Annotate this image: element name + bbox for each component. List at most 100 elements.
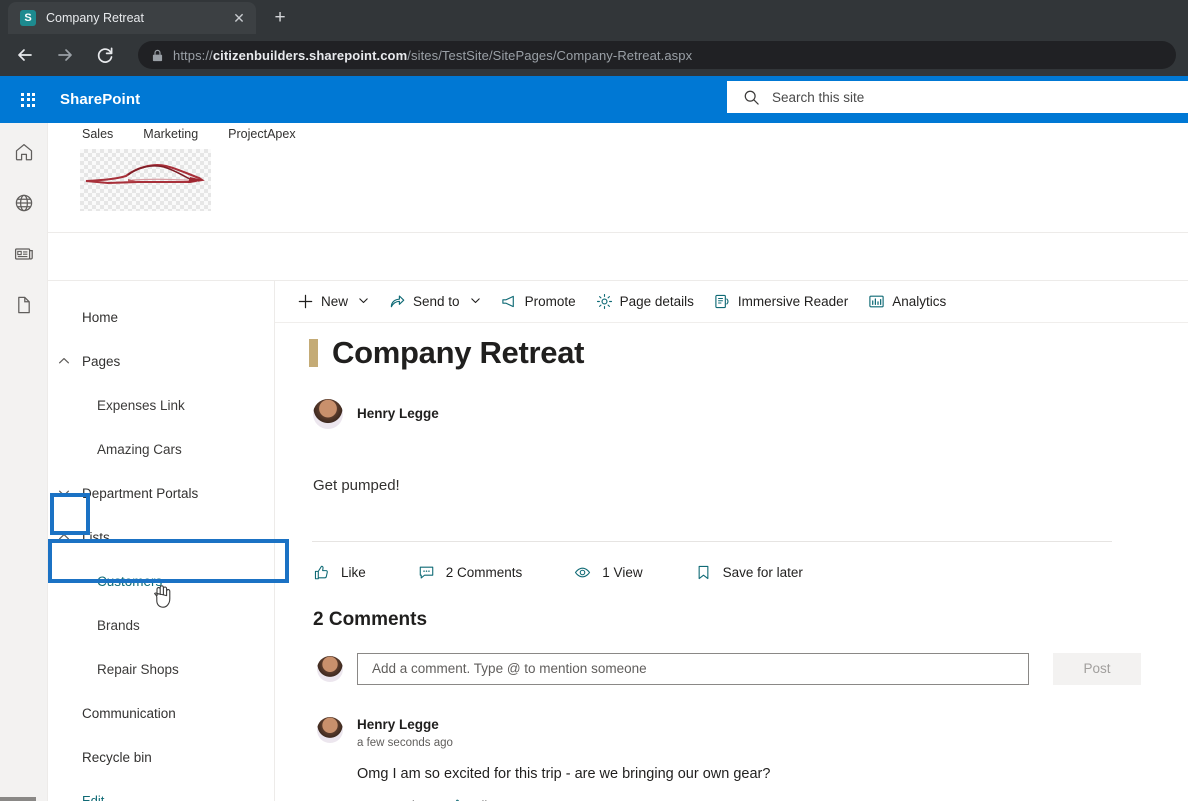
comments-heading: 2 Comments xyxy=(313,608,428,630)
page-banner-spacer xyxy=(48,233,1188,281)
close-icon[interactable]: ✕ xyxy=(230,9,248,27)
app-launcher-icon[interactable] xyxy=(10,82,46,118)
url-scheme: https:// xyxy=(173,47,213,63)
comment-body: Henry Legge a few seconds ago Omg I am s… xyxy=(357,717,1148,801)
sidebar-item-recycle-bin[interactable]: Recycle bin xyxy=(48,735,274,779)
mouse-cursor-icon xyxy=(154,585,171,608)
plus-icon xyxy=(297,293,314,310)
sharepoint-brand[interactable]: SharePoint xyxy=(60,91,140,108)
comment-text: Omg I am so excited for this trip - are … xyxy=(357,765,771,782)
sidebar-item-label: Brands xyxy=(97,617,140,633)
news-icon[interactable] xyxy=(11,241,37,267)
document-icon[interactable] xyxy=(11,292,37,318)
app-rail xyxy=(0,123,48,801)
analytics-button[interactable]: Analytics xyxy=(858,284,956,318)
chevron-down-icon[interactable] xyxy=(358,294,369,309)
chevron-down-icon[interactable] xyxy=(470,294,481,309)
command-label: Analytics xyxy=(892,293,947,309)
byline: Henry Legge xyxy=(309,398,1148,429)
horizontal-scrollbar-thumb[interactable] xyxy=(0,797,36,801)
add-comment-row: Add a comment. Type @ to mention someone… xyxy=(309,652,1148,685)
page-body: Sales Marketing ProjectApex Home Pages E… xyxy=(0,123,1188,801)
page-title: Company Retreat xyxy=(332,334,585,370)
article-body: Get pumped! xyxy=(313,476,400,494)
site-logo xyxy=(80,149,211,211)
author-name[interactable]: Henry Legge xyxy=(357,406,439,421)
topnav-item-projectapex[interactable]: ProjectApex xyxy=(228,127,295,141)
comment-more-options-icon[interactable]: ... xyxy=(1077,795,1096,801)
home-icon[interactable] xyxy=(11,139,37,165)
site-content: Sales Marketing ProjectApex Home Pages E… xyxy=(48,123,1188,801)
chevron-up-icon[interactable] xyxy=(51,524,77,550)
browser-window: S Company Retreat ✕ + https://citizenbui… xyxy=(0,0,1188,801)
post-button[interactable]: Post xyxy=(1053,652,1141,685)
tab-title: Company Retreat xyxy=(46,11,144,25)
sidebar-item-expenses-link[interactable]: Expenses Link xyxy=(48,383,274,427)
send-to-button[interactable]: Send to xyxy=(379,284,491,318)
sidebar-item-label: Amazing Cars xyxy=(97,441,182,457)
address-bar[interactable]: https://citizenbuilders.sharepoint.com/s… xyxy=(138,41,1176,69)
like-button[interactable]: Like xyxy=(313,564,366,581)
topnav-item-sales[interactable]: Sales xyxy=(82,127,113,141)
immersive-reader-button[interactable]: Immersive Reader xyxy=(704,284,858,318)
list-item: Henry Legge a few seconds ago Omg I am s… xyxy=(309,716,1148,801)
sidebar-item-label: Recycle bin xyxy=(82,749,152,765)
chevron-down-icon[interactable] xyxy=(51,480,77,506)
comments-button[interactable]: 2 Comments xyxy=(418,564,522,581)
new-button[interactable]: New xyxy=(287,284,379,318)
command-label: Send to xyxy=(413,293,460,309)
forward-arrow-icon[interactable] xyxy=(52,42,78,68)
avatar xyxy=(317,655,343,682)
edit-navigation-link[interactable]: Edit xyxy=(48,793,274,801)
sidebar-item-amazing-cars[interactable]: Amazing Cars xyxy=(48,427,274,471)
sidebar-item-communication[interactable]: Communication xyxy=(48,691,274,735)
sidebar-item-label: Customers xyxy=(97,573,163,589)
command-label: New xyxy=(321,293,349,309)
search-icon xyxy=(744,90,759,105)
social-bar: Like 2 Comments 1 View Save for later xyxy=(309,564,1148,581)
command-bar: New Send to Promote Page details Immersi… xyxy=(275,281,1188,323)
sidebar-item-label: Home xyxy=(82,309,119,325)
back-arrow-icon[interactable] xyxy=(12,42,38,68)
comment-input[interactable]: Add a comment. Type @ to mention someone xyxy=(357,652,1029,685)
comment-placeholder: Add a comment. Type @ to mention someone xyxy=(372,661,647,677)
topnav-item-marketing[interactable]: Marketing xyxy=(143,127,198,141)
immersive-reader-icon xyxy=(714,293,731,310)
lock-icon xyxy=(152,49,163,61)
sidebar-item-pages[interactable]: Pages xyxy=(48,339,274,383)
url-host: citizenbuilders.sharepoint.com xyxy=(212,47,408,63)
social-label: Save for later xyxy=(722,564,803,580)
avatar xyxy=(317,716,343,743)
save-for-later-button[interactable]: Save for later xyxy=(695,564,803,581)
new-tab-button[interactable]: + xyxy=(266,4,294,32)
bookmark-icon xyxy=(695,564,712,581)
sidebar-item-home[interactable]: Home xyxy=(48,295,274,339)
sidebar-item-lists[interactable]: Lists xyxy=(48,515,274,559)
chevron-up-icon[interactable] xyxy=(51,348,77,374)
title-row: Company Retreat xyxy=(309,335,1148,371)
main-row: Home Pages Expenses Link Amazing Cars De… xyxy=(48,281,1188,801)
social-label: 1 View xyxy=(602,564,643,580)
analytics-icon xyxy=(868,293,885,310)
promote-icon xyxy=(501,293,518,310)
comment-icon xyxy=(418,564,435,581)
sidebar-item-label: Expenses Link xyxy=(97,397,185,413)
sidebar-item-label: Repair Shops xyxy=(97,661,179,677)
thumbs-up-icon xyxy=(313,564,330,581)
title-accent-bar xyxy=(309,338,318,367)
globe-icon[interactable] xyxy=(11,190,37,216)
page-details-button[interactable]: Page details xyxy=(586,284,704,318)
sidebar-item-department-portals[interactable]: Department Portals xyxy=(48,471,274,515)
sidebar-item-label: Communication xyxy=(82,705,176,721)
article: Company Retreat Henry Legge Get pumped! xyxy=(275,323,1188,801)
promote-button[interactable]: Promote xyxy=(491,284,586,318)
search-placeholder: Search this site xyxy=(772,89,865,105)
search-input[interactable]: Search this site xyxy=(727,81,1188,113)
reload-icon[interactable] xyxy=(92,42,118,68)
sidebar-item-repair-shops[interactable]: Repair Shops xyxy=(48,647,274,691)
avatar xyxy=(313,398,343,429)
browser-tab[interactable]: S Company Retreat ✕ xyxy=(8,2,256,34)
command-label: Promote xyxy=(524,293,576,309)
page-canvas: New Send to Promote Page details Immersi… xyxy=(275,281,1188,801)
comment-author[interactable]: Henry Legge xyxy=(357,717,1148,732)
